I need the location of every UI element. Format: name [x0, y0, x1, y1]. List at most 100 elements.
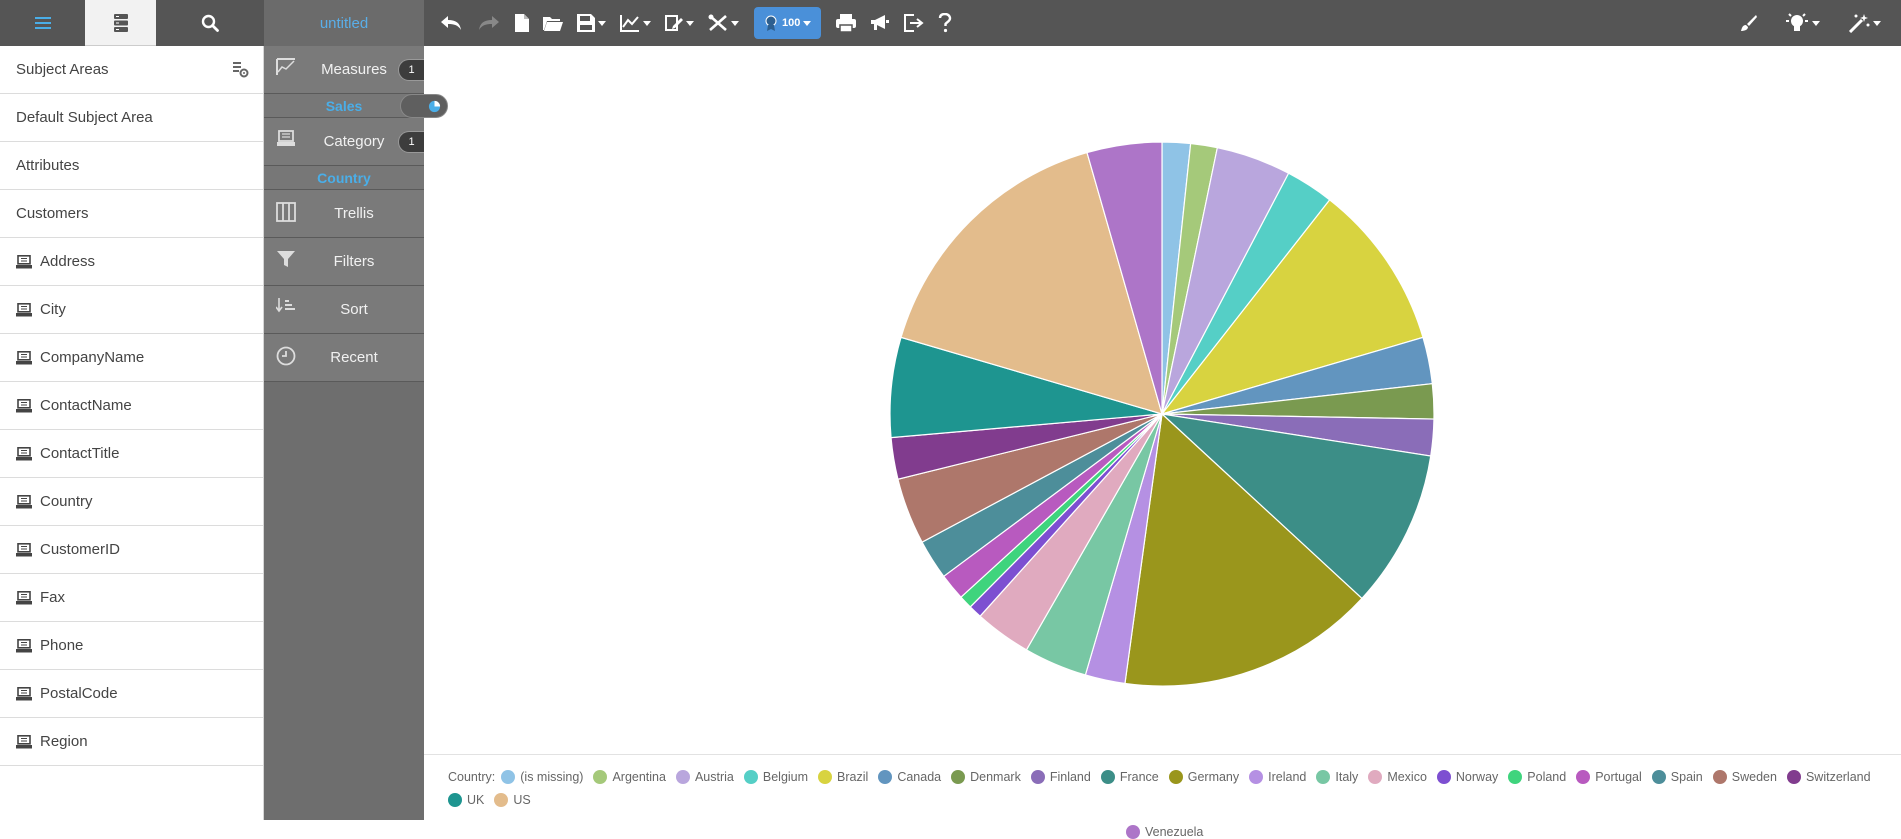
legend-item[interactable]: Mexico — [1368, 770, 1427, 784]
sidebar-item[interactable]: ContactTitle — [0, 430, 263, 478]
legend-label: Spain — [1670, 770, 1703, 784]
sidebar-item[interactable]: Default Subject Area — [0, 94, 263, 142]
field-icon — [16, 494, 32, 508]
open-button[interactable] — [536, 0, 570, 46]
legend-label: Italy — [1335, 770, 1359, 784]
help-button[interactable] — [931, 0, 959, 46]
legend-label: Poland — [1527, 770, 1567, 784]
chart-type-button[interactable] — [613, 0, 658, 46]
legend-swatch — [1508, 770, 1523, 784]
magic-wand-icon — [1848, 14, 1870, 33]
zoom-selector[interactable]: 100 — [754, 7, 822, 39]
save-icon — [577, 14, 595, 32]
document-title[interactable]: untitled — [264, 0, 424, 46]
settings-gear-icon[interactable] — [233, 62, 249, 78]
print-button[interactable] — [829, 0, 863, 46]
sidebar-item[interactable]: Customers — [0, 190, 263, 238]
legend-label: Canada — [897, 770, 942, 784]
chart-type-icon — [620, 15, 639, 32]
auto-button[interactable] — [1834, 0, 1895, 46]
save-button[interactable] — [570, 0, 613, 46]
trellis-shelf[interactable]: Trellis — [264, 190, 424, 238]
new-document-button[interactable] — [508, 0, 536, 46]
category-pill-country[interactable]: Country — [264, 166, 424, 190]
sidebar-item[interactable]: CustomerID — [0, 526, 263, 574]
legend-item[interactable]: Norway — [1436, 770, 1499, 784]
drop-shelf: Measures 1 Sales Category 1 Country Trel… — [264, 46, 448, 820]
sidebar-item[interactable]: City — [0, 286, 263, 334]
legend-item[interactable]: France — [1100, 770, 1159, 784]
sidebar-item[interactable]: Address — [0, 238, 263, 286]
lightbulb-icon — [1786, 13, 1808, 31]
legend-item[interactable]: Switzerland — [1786, 770, 1871, 784]
brush-icon — [1741, 15, 1757, 31]
redo-button[interactable] — [470, 0, 508, 46]
field-icon — [16, 686, 32, 700]
legend-item[interactable]: Austria — [675, 770, 734, 784]
sort-shelf[interactable]: Sort — [264, 286, 424, 334]
legend-item[interactable]: (is missing) — [501, 770, 583, 784]
legend-item[interactable]: Spain — [1651, 770, 1703, 784]
fields-tab[interactable] — [85, 0, 156, 46]
legend-item[interactable]: Denmark — [951, 770, 1021, 784]
sidebar-item[interactable]: CompanyName — [0, 334, 263, 382]
legend-label: UK — [467, 793, 485, 807]
edit-button[interactable] — [658, 0, 701, 46]
tools-button[interactable] — [701, 0, 746, 46]
open-folder-icon — [543, 17, 563, 31]
legend-item[interactable]: Ireland — [1249, 770, 1306, 784]
legend-item[interactable]: Sweden — [1712, 770, 1777, 784]
sidebar-item[interactable]: Fax — [0, 574, 263, 622]
sidebar-item[interactable]: PostalCode — [0, 670, 263, 718]
legend-label: Switzerland — [1805, 770, 1871, 784]
legend-title: Country: — [448, 770, 496, 784]
category-shelf[interactable]: Category 1 — [264, 118, 424, 166]
search-button[interactable] — [156, 0, 264, 46]
sidebar-item-label: Customers — [16, 205, 89, 222]
legend-item[interactable]: Finland — [1030, 770, 1091, 784]
legend-item[interactable]: Belgium — [743, 770, 808, 784]
legend-label: Norway — [1455, 770, 1499, 784]
subject-area-panel: Subject Areas Default Subject Area Attrib… — [0, 46, 264, 820]
menu-button[interactable] — [0, 0, 85, 46]
legend-item[interactable]: Argentina — [593, 770, 666, 784]
recent-shelf[interactable]: Recent — [264, 334, 424, 382]
field-icon — [16, 302, 32, 316]
legend-swatch — [1168, 770, 1183, 784]
announce-icon — [871, 15, 890, 30]
undo-button[interactable] — [432, 0, 470, 46]
sidebar-item[interactable]: Attributes — [0, 142, 263, 190]
legend-item[interactable]: Portugal — [1576, 770, 1642, 784]
export-icon — [904, 14, 924, 32]
legend-swatch — [1712, 770, 1727, 784]
legend-item[interactable]: Canada — [878, 770, 941, 784]
announce-button[interactable] — [863, 0, 897, 46]
sidebar-item[interactable]: Phone — [0, 622, 263, 670]
measure-pill-sales[interactable]: Sales — [264, 94, 448, 118]
subject-areas-header[interactable]: Subject Areas — [0, 46, 263, 94]
legend-swatch — [743, 770, 758, 784]
insights-button[interactable] — [1771, 0, 1834, 46]
filters-shelf[interactable]: Filters — [264, 238, 424, 286]
trellis-icon — [276, 202, 296, 222]
legend-item[interactable]: Poland — [1508, 770, 1566, 784]
sidebar-item[interactable]: Country — [0, 478, 263, 526]
clock-icon — [276, 346, 296, 366]
redo-icon — [479, 16, 499, 30]
legend-item[interactable]: Brazil — [818, 770, 868, 784]
chart-canvas — [424, 46, 1901, 754]
sidebar-item-label: CompanyName — [40, 349, 145, 366]
legend-item[interactable]: US — [494, 793, 531, 807]
theme-button[interactable] — [1725, 0, 1771, 46]
database-icon — [113, 13, 128, 32]
legend-item[interactable]: Italy — [1316, 770, 1358, 784]
filter-icon — [277, 251, 295, 267]
measures-count-badge: 1 — [398, 59, 424, 81]
legend-item[interactable]: Venezuela — [1126, 825, 1203, 839]
measures-shelf[interactable]: Measures 1 — [264, 46, 424, 94]
legend-item[interactable]: UK — [448, 793, 484, 807]
sidebar-item[interactable]: Region — [0, 718, 263, 766]
export-button[interactable] — [897, 0, 931, 46]
legend-item[interactable]: Germany — [1168, 770, 1239, 784]
sidebar-item[interactable]: ContactName — [0, 382, 263, 430]
